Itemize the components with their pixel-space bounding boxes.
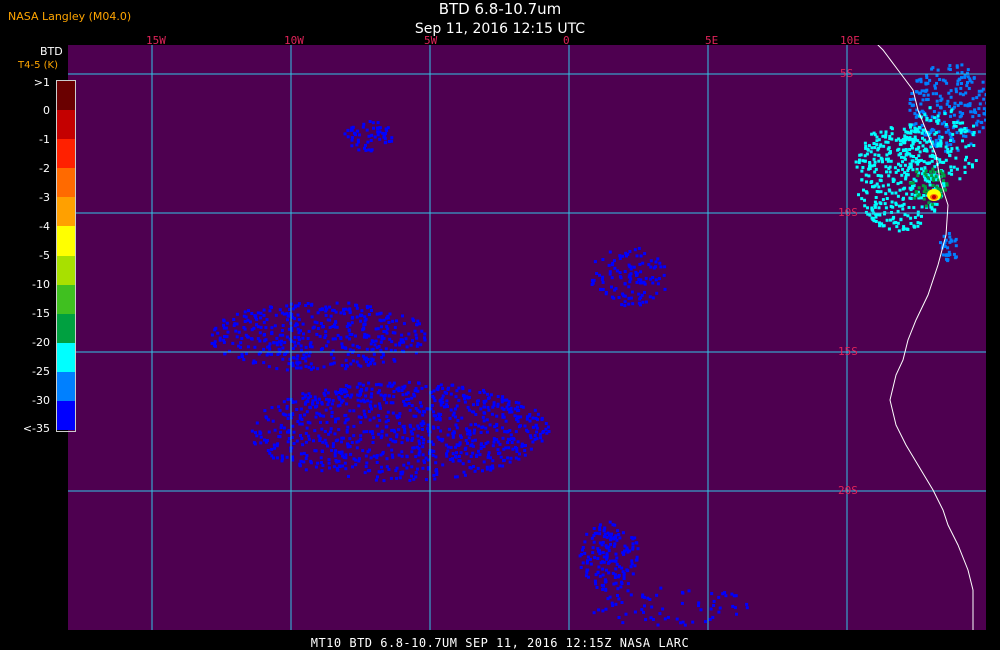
colorbar-swatch bbox=[57, 110, 75, 140]
colorbar-swatch bbox=[57, 313, 75, 343]
colorbar-label: -4 bbox=[39, 220, 50, 233]
colorbar-label: -20 bbox=[32, 336, 50, 349]
colorbar-label: -2 bbox=[39, 162, 50, 175]
lat-label-15s: 15S bbox=[838, 345, 858, 358]
colorbar-label: -1 bbox=[39, 133, 50, 146]
lat-label-5s: 5S bbox=[840, 67, 854, 80]
colorbar-swatch bbox=[57, 284, 75, 314]
colorbar-swatch bbox=[57, 81, 75, 111]
lat-label-20s: 20S bbox=[838, 484, 858, 497]
colorbar-swatch bbox=[57, 255, 75, 285]
satellite-map[interactable] bbox=[68, 45, 986, 630]
colorbar-swatch bbox=[57, 342, 75, 372]
colorbar-label: -30 bbox=[32, 394, 50, 407]
cloud-pixels bbox=[210, 63, 986, 627]
map-overlay bbox=[68, 45, 986, 630]
colorbar-label: -5 bbox=[39, 249, 50, 262]
colorbar-swatch bbox=[57, 226, 75, 256]
footer-caption: MT10 BTD 6.8-10.7UM SEP 11, 2016 12:15Z … bbox=[310, 636, 690, 650]
product-title: BTD 6.8-10.7um bbox=[438, 0, 562, 18]
graticule bbox=[68, 45, 986, 630]
colorbar-swatch bbox=[57, 401, 75, 431]
colorbar-label: <-35 bbox=[22, 422, 50, 435]
colorbar-label: -25 bbox=[32, 365, 50, 378]
colorbar-swatch bbox=[57, 197, 75, 227]
lat-label-10s: 10S bbox=[838, 206, 858, 219]
colorbar-label: >1 bbox=[33, 76, 50, 89]
colorbar-title: BTD bbox=[40, 45, 63, 58]
colorbar-subtitle: T4-5 (K) bbox=[18, 60, 58, 71]
colorbar-swatch bbox=[57, 371, 75, 402]
colorbar-label: 0 bbox=[43, 104, 50, 117]
colorbar-swatch bbox=[57, 139, 75, 169]
colorbar-swatch bbox=[57, 168, 75, 198]
colorbar bbox=[56, 80, 76, 432]
colorbar-label: -3 bbox=[39, 191, 50, 204]
colorbar-label: -10 bbox=[32, 278, 50, 291]
colorbar-label: -15 bbox=[32, 307, 50, 320]
